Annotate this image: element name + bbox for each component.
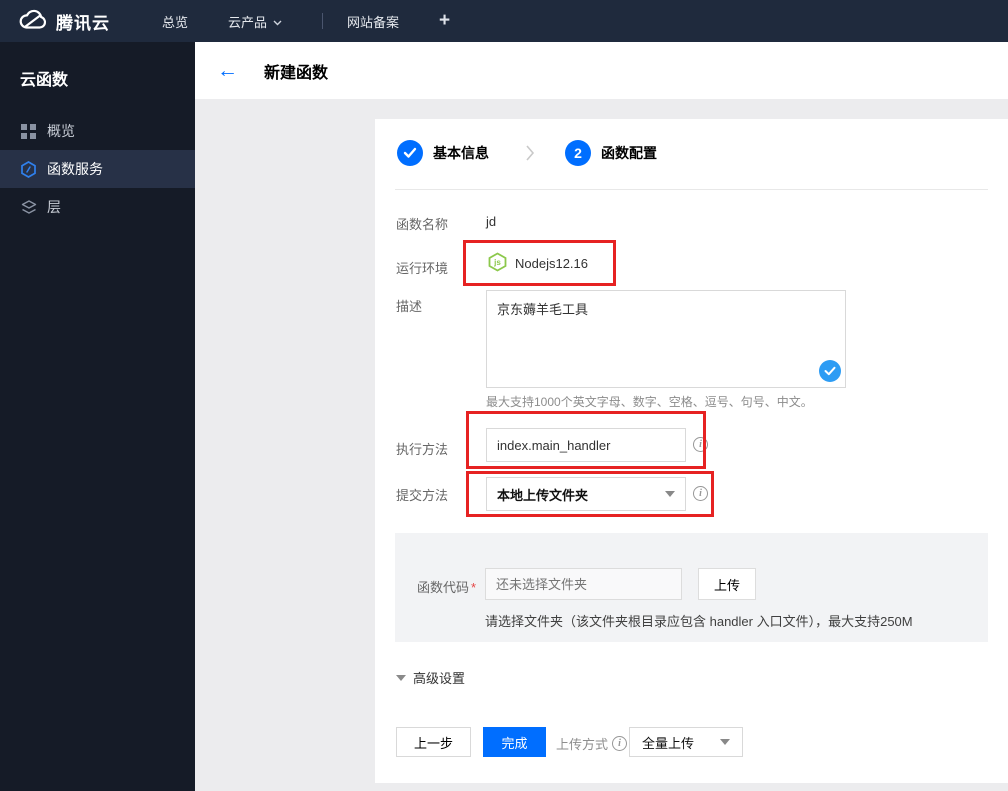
handler-input[interactable]: [486, 428, 686, 462]
sidebar-item-label: 层: [47, 199, 61, 215]
step-label: 函数配置: [601, 145, 657, 161]
add-tab-button[interactable]: +: [439, 10, 450, 32]
upload-mode-label: 上传方式: [556, 737, 609, 752]
sidebar-title: 云函数: [20, 72, 69, 89]
function-code-label-text: 函数代码: [417, 580, 470, 595]
sidebar-item-layers[interactable]: 层: [0, 188, 195, 226]
stepper-divider: [395, 189, 988, 190]
topnav-item-label: 总览: [162, 14, 189, 30]
advanced-settings-label: 高级设置: [413, 671, 466, 686]
finish-button[interactable]: 完成: [483, 727, 546, 757]
step-chevron-icon: [525, 143, 535, 166]
description-label: 描述: [396, 299, 423, 314]
chevron-down-icon: [273, 14, 282, 29]
topbar: 腾讯云 总览 云产品 网站备案 +: [0, 0, 1008, 42]
valid-check-icon: [819, 360, 841, 382]
back-arrow-icon[interactable]: ←: [217, 60, 238, 81]
topnav-divider: [322, 13, 324, 29]
svg-text:js: js: [493, 258, 501, 267]
upload-mode-label-row: 上传方式 i: [556, 734, 628, 753]
upload-mode-value: 全量上传: [642, 735, 695, 751]
topnav-item-products[interactable]: 云产品: [228, 12, 282, 31]
runtime-label: 运行环境: [396, 261, 449, 276]
step-done-check-icon: [397, 140, 423, 166]
submit-method-value: 本地上传文件夹: [497, 487, 589, 503]
advanced-settings-toggle[interactable]: 高级设置: [396, 668, 465, 687]
description-textarea[interactable]: 京东薅羊毛工具: [486, 290, 846, 388]
topnav-item-overview[interactable]: 总览: [162, 12, 188, 31]
plus-icon: +: [439, 10, 451, 31]
sidebar-item-label: 概览: [47, 123, 75, 139]
submit-method-label: 提交方法: [396, 488, 449, 503]
required-asterisk: *: [471, 580, 477, 595]
stepper-step-function-config: 2 函数配置: [565, 140, 657, 166]
description-hint: 最大支持1000个英文字母、数字、空格、逗号、句号、中文。: [486, 395, 813, 409]
topnav-item-label: 云产品: [228, 14, 268, 30]
upload-button[interactable]: 上传: [698, 568, 756, 600]
layers-icon: [20, 199, 37, 216]
topnav: 总览 云产品 网站备案 +: [162, 10, 450, 32]
create-function-card: 基本信息 2 函数配置 函数名称 jd 运行环境 js Nodejs12.16 …: [375, 119, 1008, 783]
submit-method-select[interactable]: 本地上传文件夹: [486, 477, 686, 511]
previous-step-button[interactable]: 上一步: [396, 727, 471, 757]
brand-name: 腾讯云: [56, 13, 110, 33]
folder-path-input[interactable]: [485, 568, 682, 600]
topnav-item-icp[interactable]: 网站备案: [347, 12, 399, 31]
page-title: 新建函数: [264, 64, 329, 82]
sidebar-menu: 概览 函数服务 层: [0, 112, 195, 226]
function-code-label: 函数代码 *: [417, 577, 476, 596]
upload-mode-info-icon[interactable]: i: [612, 736, 628, 751]
tencent-cloud-logo-icon: [18, 9, 48, 34]
triangle-down-icon: [396, 674, 406, 681]
sidebar-item-label: 函数服务: [47, 161, 103, 177]
brand[interactable]: 腾讯云: [18, 9, 110, 34]
sidebar: 云函数 概览 函数服务 层: [0, 42, 195, 791]
function-name-label: 函数名称: [396, 217, 449, 232]
runtime-value: Nodejs12.16: [515, 256, 588, 271]
function-service-icon: [20, 160, 37, 178]
submit-method-info-icon[interactable]: i: [693, 486, 708, 501]
grid-icon: [20, 123, 37, 140]
step-number-badge: 2: [565, 140, 591, 166]
handler-info-icon[interactable]: i: [693, 437, 708, 452]
caret-down-icon: [665, 491, 675, 497]
handler-label: 执行方法: [396, 442, 449, 457]
function-code-section: 函数代码* 上传 请选择文件夹（该文件夹根目录应包含 handler 入口文件）…: [395, 533, 988, 642]
upload-mode-select[interactable]: 全量上传: [629, 727, 743, 757]
sidebar-item-function-service[interactable]: 函数服务: [0, 150, 195, 188]
step-label: 基本信息: [433, 145, 489, 161]
sidebar-item-overview[interactable]: 概览: [0, 112, 195, 150]
page-header: ← 新建函数: [195, 42, 1008, 99]
topnav-item-label: 网站备案: [347, 14, 400, 30]
function-code-hint: 请选择文件夹（该文件夹根目录应包含 handler 入口文件），最大支持250M: [485, 614, 913, 629]
caret-down-icon: [720, 739, 730, 745]
nodejs-icon: js: [488, 252, 507, 275]
stepper-step-basic-info: 基本信息: [397, 140, 489, 166]
function-name-value: jd: [486, 214, 497, 229]
runtime-value-row: js Nodejs12.16: [488, 252, 588, 275]
